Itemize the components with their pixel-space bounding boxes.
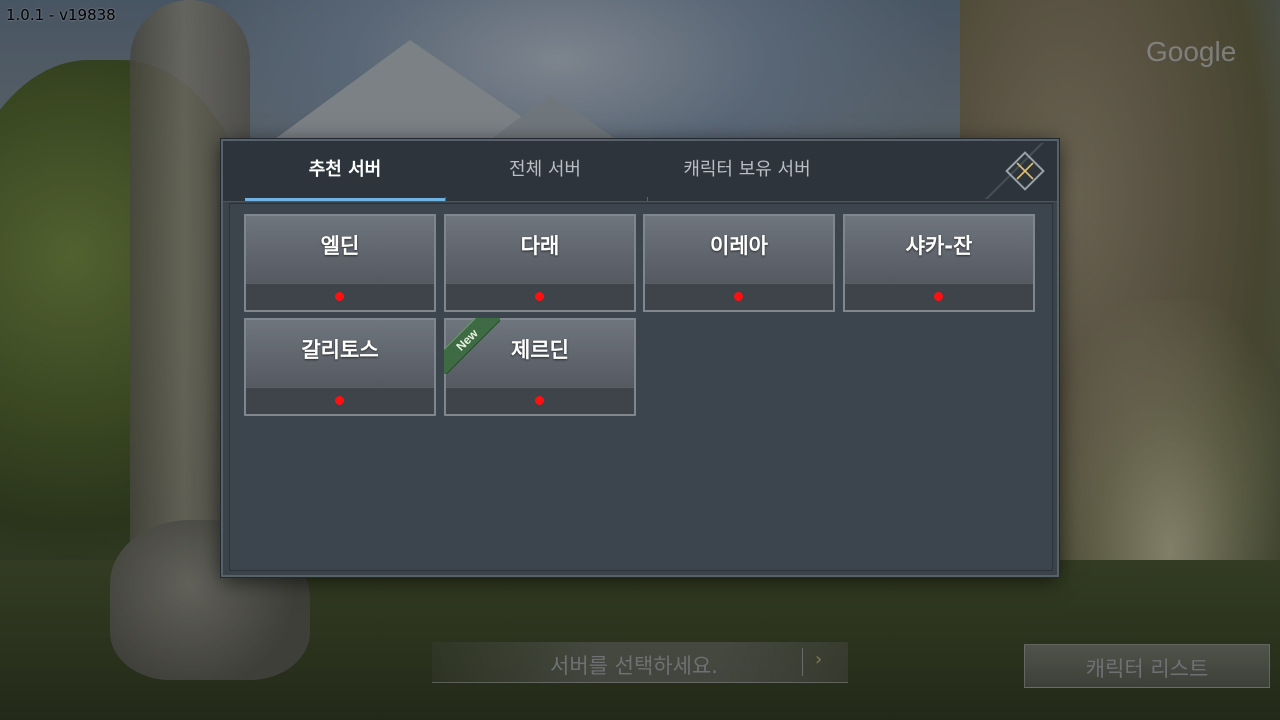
tab-character-servers[interactable]: 캐릭터 보유 서버 [647, 141, 847, 199]
server-card[interactable]: 다래 [444, 214, 636, 312]
server-status-bar [446, 283, 634, 310]
server-card[interactable]: 엘딘 [244, 214, 436, 312]
server-card[interactable]: New 제르딘 [444, 318, 636, 416]
status-dot-icon [535, 396, 544, 405]
server-select-button[interactable]: 서버를 선택하세요. › [432, 642, 848, 683]
status-dot-icon [535, 292, 544, 301]
server-name: 갈리토스 [301, 338, 379, 362]
character-list-button[interactable]: 캐릭터 리스트 [1024, 644, 1270, 688]
server-name: 엘딘 [320, 234, 360, 258]
close-icon [1016, 162, 1034, 180]
server-status-bar [645, 283, 833, 310]
tab-all-servers[interactable]: 전체 서버 [445, 141, 645, 199]
server-select-label: 서버를 선택하세요. [550, 654, 718, 678]
status-dot-icon [335, 292, 344, 301]
tab-separator [647, 197, 648, 201]
active-tab-indicator [245, 198, 445, 201]
server-name: 제르딘 [511, 338, 569, 362]
version-label: 1.0.1 - v19838 [6, 6, 116, 24]
character-list-label: 캐릭터 리스트 [1085, 657, 1209, 681]
tab-separator [445, 197, 446, 201]
server-card[interactable]: 갈리토스 [244, 318, 436, 416]
server-list: 엘딘 다래 이레아 샤카-잔 갈리토스 New 제르딘 [229, 203, 1053, 571]
status-dot-icon [934, 292, 943, 301]
tab-bar: 추천 서버 전체 서버 캐릭터 보유 서버 [223, 141, 1057, 202]
server-card[interactable]: 샤카-잔 [843, 214, 1035, 312]
google-watermark: Google [1146, 36, 1237, 67]
server-status-bar [246, 387, 434, 414]
server-name: 이레아 [710, 234, 768, 258]
status-dot-icon [734, 292, 743, 301]
server-name: 샤카-잔 [905, 234, 973, 258]
server-status-bar [446, 387, 634, 414]
status-dot-icon [335, 396, 344, 405]
server-status-bar [246, 283, 434, 310]
close-button[interactable] [1003, 149, 1047, 193]
server-name: 다래 [520, 234, 560, 258]
divider [802, 648, 803, 676]
chevron-right-icon: › [815, 649, 823, 670]
server-select-dialog: 추천 서버 전체 서버 캐릭터 보유 서버 엘딘 다래 이레아 샤카-잔 갈리토… [221, 139, 1059, 577]
server-status-bar [845, 283, 1033, 310]
server-card[interactable]: 이레아 [643, 214, 835, 312]
tab-recommended-servers[interactable]: 추천 서버 [245, 141, 445, 199]
